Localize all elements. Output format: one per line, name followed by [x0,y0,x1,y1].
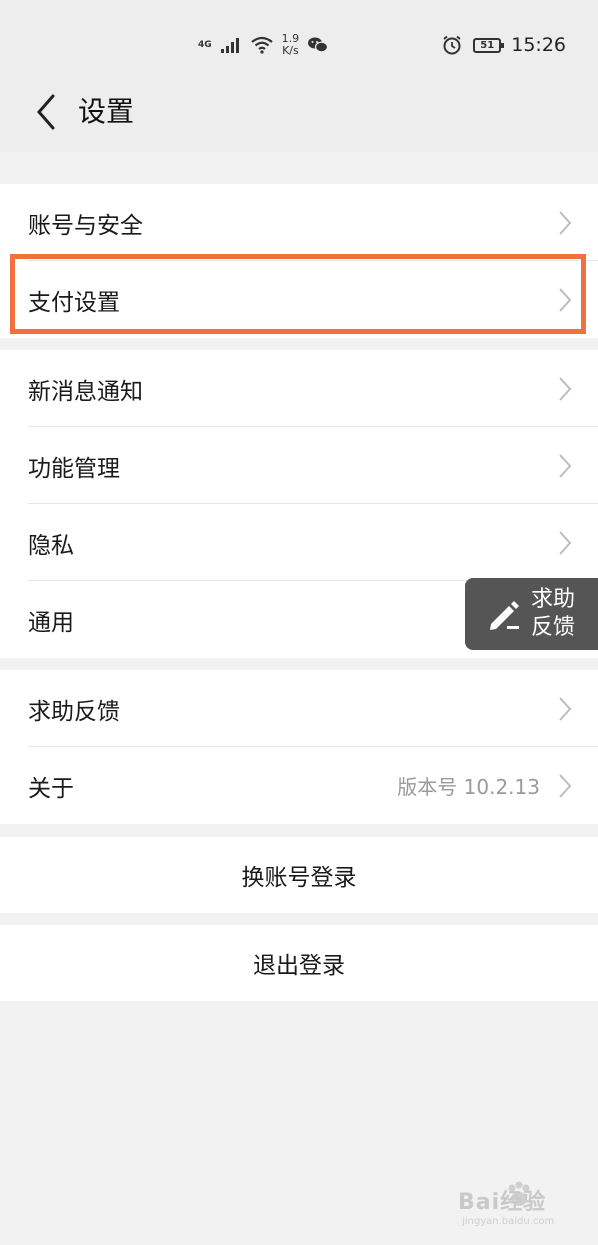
speed-unit: K/s [282,44,299,57]
settings-item-label: 支付设置 [28,289,120,316]
settings-item-about[interactable]: 关于 版本号 10.2.13 [0,747,598,824]
settings-item-payment[interactable]: 支付设置 [0,261,598,338]
settings-item-account-security[interactable]: 账号与安全 [0,184,598,261]
pencil-icon [490,601,519,630]
settings-item-privacy[interactable]: 隐私 [0,504,598,581]
clock: 15:26 [511,34,566,56]
battery-level: 51 [480,39,495,51]
switch-account-button[interactable]: 换账号登录 [0,837,598,913]
settings-item-label: 账号与安全 [28,212,143,239]
network-speed: 1.9 K/s [282,33,300,57]
settings-item-label: 通用 [28,609,74,636]
page-title: 设置 [78,95,135,128]
chevron-right-icon [559,377,572,401]
floating-help-label: 求助 反馈 [531,586,575,642]
chevron-right-icon [559,454,572,478]
wifi-icon [250,36,273,54]
watermark-url: jingyan.baidu.com [462,1216,555,1227]
settings-group-about: 求助反馈 关于 版本号 10.2.13 [0,670,598,824]
wechat-icon [308,37,329,53]
chevron-right-icon [559,697,572,721]
chevron-right-icon [559,288,572,312]
settings-item-notifications[interactable]: 新消息通知 [0,350,598,427]
status-left: 4G 1.9 K/s [198,28,329,62]
settings-item-label: 新消息通知 [28,378,143,405]
settings-item-label: 关于 [28,775,74,802]
back-button[interactable] [26,92,66,132]
paw-logo-icon [508,1181,530,1206]
settings-item-features[interactable]: 功能管理 [0,427,598,504]
settings-item-label: 求助反馈 [28,698,120,725]
alarm-icon [443,35,461,55]
settings-group-account: 账号与安全 支付设置 [0,184,598,338]
settings-item-label: 隐私 [28,532,74,559]
floating-help-line1: 求助 [531,587,576,612]
version-value: 版本号 10.2.13 [397,775,540,799]
chevron-right-icon [559,774,572,798]
signal-icon [220,38,239,53]
nav-bar: 设置 [0,88,598,152]
status-bar: 4G 1.9 K/s 51 15:26 [0,0,598,88]
chevron-right-icon [559,211,572,235]
settings-item-label: 功能管理 [28,455,120,482]
chevron-left-icon [37,94,55,130]
watermark-logo: Bai经验 [458,1190,547,1215]
floating-help-button[interactable]: 求助 反馈 [465,578,598,650]
status-right: 51 15:26 [441,30,566,60]
settings-item-help-feedback[interactable]: 求助反馈 [0,670,598,747]
floating-help-line2: 反馈 [531,615,576,640]
watermark: Bai经验 jingyan.baidu.com [452,1176,592,1245]
logout-button[interactable]: 退出登录 [0,925,598,1001]
network-type: 4G [198,40,212,50]
battery-icon: 51 [473,37,505,53]
chevron-right-icon [559,531,572,555]
